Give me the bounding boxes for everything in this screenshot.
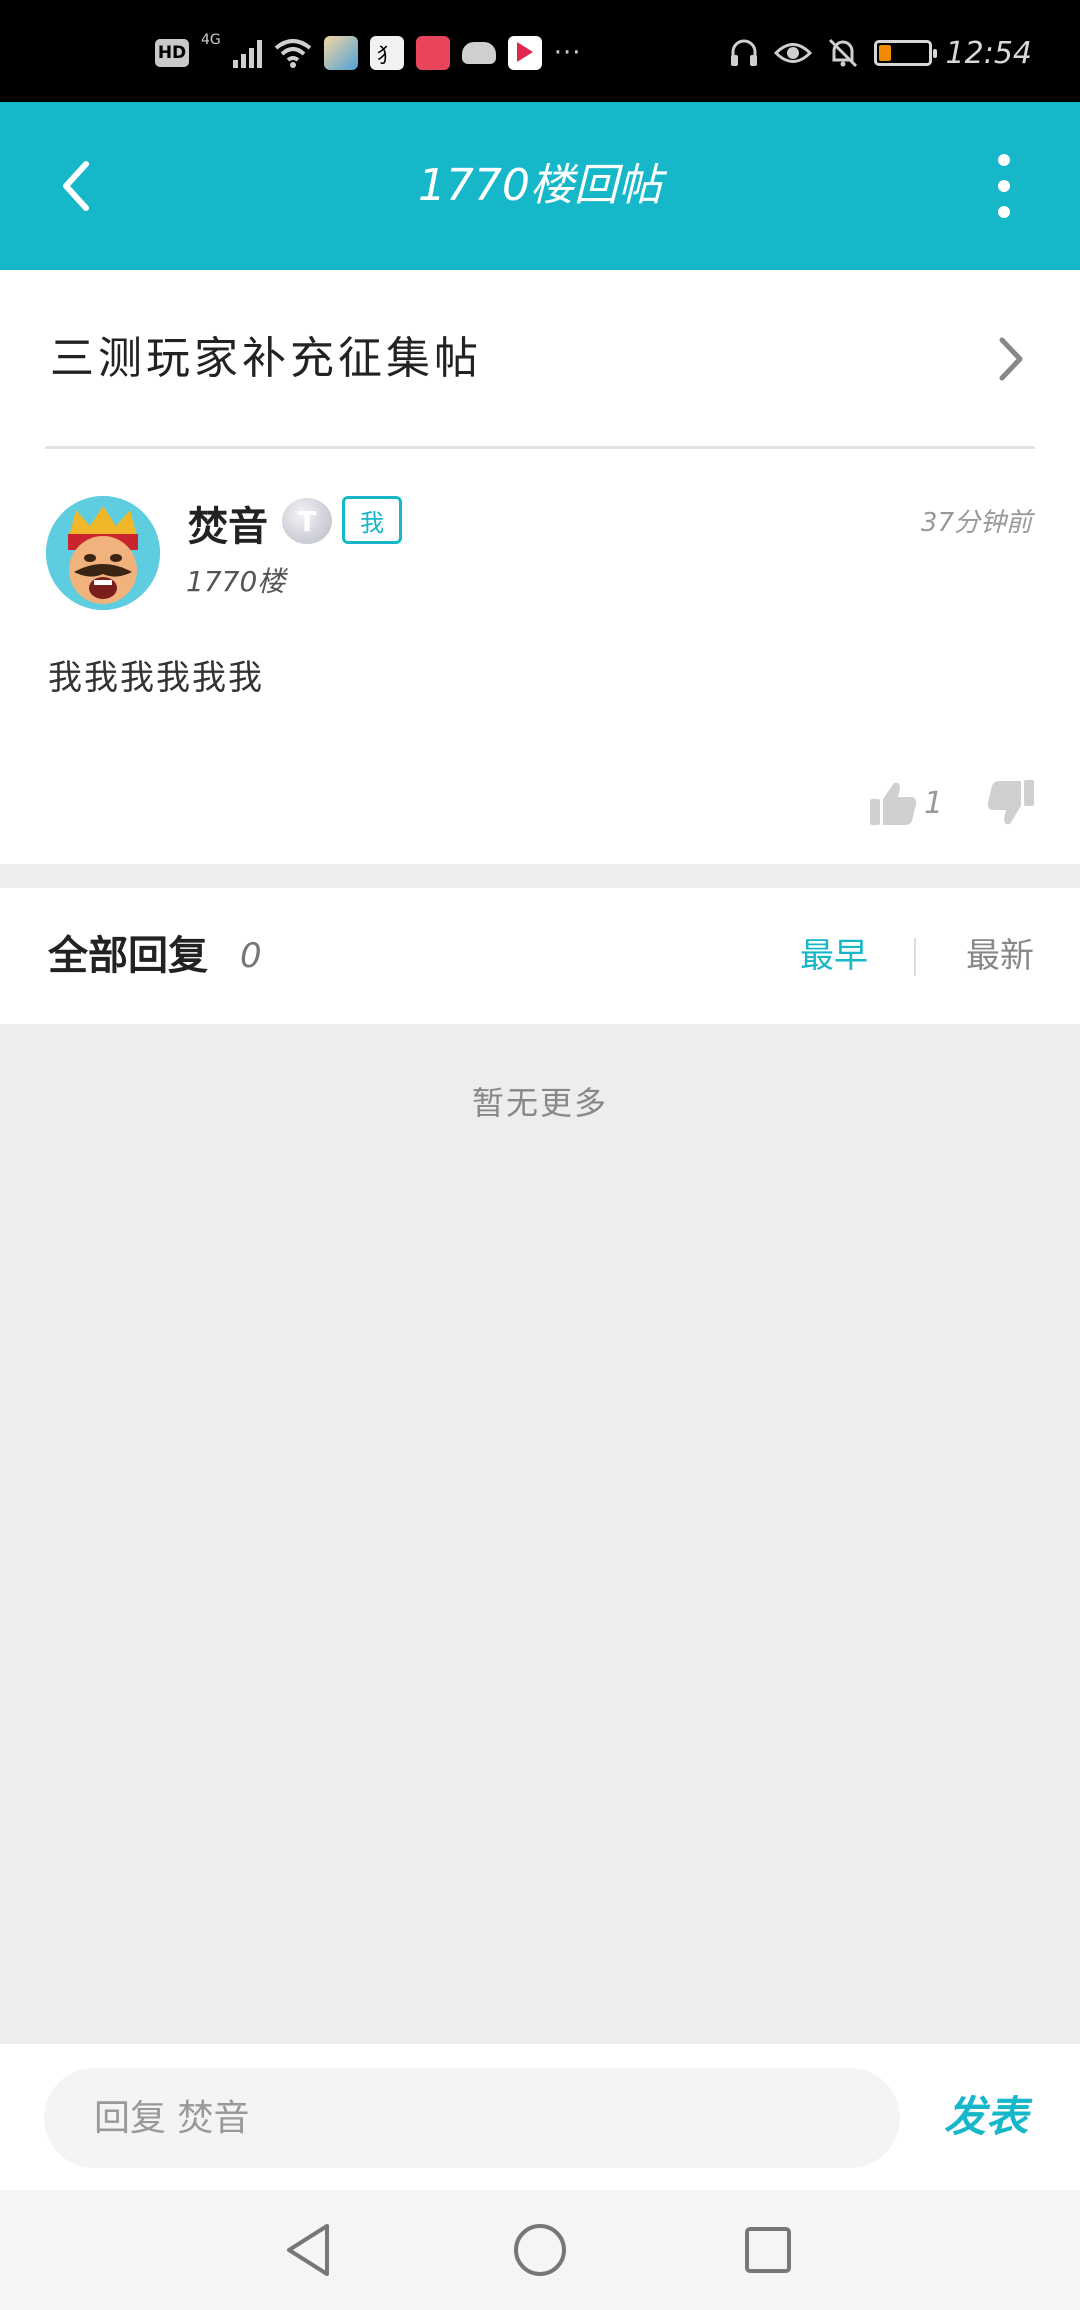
replies-list: 暂无更多 xyxy=(0,1024,1080,2044)
page-title: 1770楼回帖 xyxy=(418,160,662,211)
divider xyxy=(45,446,1035,449)
level-badge: T xyxy=(282,498,332,544)
chevron-left-icon xyxy=(63,161,89,211)
replies-count: 0 xyxy=(240,936,262,976)
status-time: 12:54 xyxy=(945,35,1032,71)
app-notification-icon xyxy=(323,36,358,70)
topic-title: 三测玩家补充征集帖 xyxy=(50,333,482,384)
like-button[interactable]: 1 xyxy=(868,778,943,828)
topic-link[interactable]: 三测玩家补充征集帖 xyxy=(0,270,1080,448)
app-bar: 1770楼回帖 xyxy=(0,102,1080,270)
avatar-image xyxy=(46,496,160,610)
video-app-icon xyxy=(507,36,542,70)
thumbs-down-icon xyxy=(987,780,1034,825)
nav-back-button[interactable] xyxy=(268,2210,348,2290)
network-type: 4G xyxy=(201,32,221,48)
chevron-right-icon xyxy=(999,337,1023,381)
replies-header: 全部回复 0 最早 最新 xyxy=(0,888,1080,1024)
reply-input[interactable] xyxy=(44,2068,900,2168)
page: HD 4G 犭 ··· 12:54 1770楼回帖 三测玩家补充征集帖 焚音 T… xyxy=(0,0,1080,2310)
avatar[interactable] xyxy=(46,496,160,610)
me-badge: 我 xyxy=(342,496,402,544)
status-bar-right: 12:54 xyxy=(728,35,1032,71)
sort-separator xyxy=(914,938,916,976)
signal-icon xyxy=(232,38,262,68)
cloud-icon xyxy=(461,42,496,64)
circle-home-icon xyxy=(514,2224,566,2276)
nav-home-button[interactable] xyxy=(500,2210,580,2290)
reply-bar: 发表 xyxy=(0,2044,1080,2190)
bell-off-icon xyxy=(828,38,857,68)
app-notification-icon: 犭 xyxy=(369,36,404,70)
status-bar-left: HD 4G 犭 ··· xyxy=(155,32,582,70)
post-card: 三测玩家补充征集帖 焚音 T 我 1770楼 37分钟前 我我我我我我 1 xyxy=(0,270,1080,864)
nav-recents-button[interactable] xyxy=(728,2210,808,2290)
back-button[interactable] xyxy=(36,146,116,226)
eye-icon xyxy=(773,43,812,63)
hd-icon: HD xyxy=(155,39,189,67)
more-vertical-icon xyxy=(998,154,1010,166)
send-button[interactable]: 发表 xyxy=(944,2044,1028,2190)
wifi-icon xyxy=(274,39,312,68)
system-nav-bar xyxy=(0,2190,1080,2310)
username[interactable]: 焚音 xyxy=(188,494,268,552)
sort-latest-button[interactable]: 最新 xyxy=(966,888,1034,1024)
empty-message: 暂无更多 xyxy=(471,1084,608,1122)
more-options-button[interactable] xyxy=(984,154,1024,218)
thumbs-up-icon xyxy=(870,782,917,825)
status-bar: HD 4G 犭 ··· 12:54 xyxy=(0,0,1080,102)
more-notifications-icon: ··· xyxy=(553,38,582,68)
like-count: 1 xyxy=(924,785,944,821)
battery-icon xyxy=(873,40,937,66)
shopping-app-icon xyxy=(415,36,450,70)
dislike-button[interactable] xyxy=(984,778,1036,828)
replies-title: 全部回复 xyxy=(48,932,208,979)
sort-earliest-button[interactable]: 最早 xyxy=(800,888,868,1024)
post-content: 我我我我我我 xyxy=(48,658,264,698)
floor-number: 1770楼 xyxy=(186,565,286,598)
headset-icon xyxy=(730,39,757,66)
triangle-back-icon xyxy=(287,2224,329,2276)
square-recents-icon xyxy=(745,2227,791,2273)
post-time: 37分钟前 xyxy=(920,508,1032,538)
